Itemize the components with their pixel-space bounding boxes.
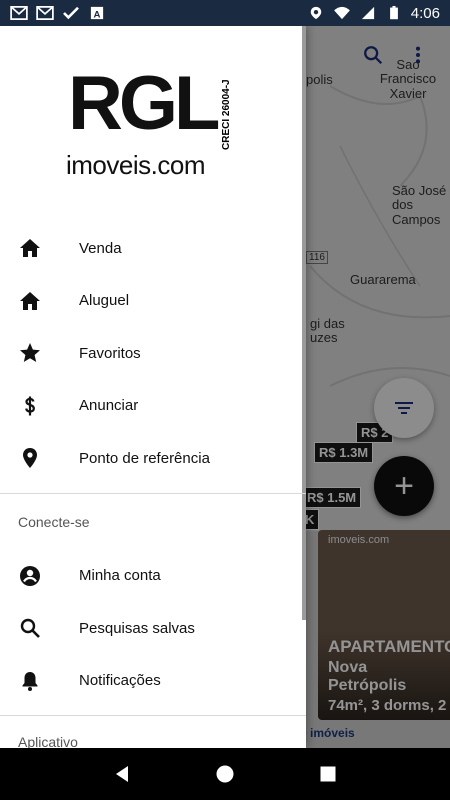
logo-brand: RGL — [68, 61, 220, 146]
signal-icon — [361, 6, 374, 20]
location-pin-icon — [23, 448, 37, 469]
recents-icon[interactable] — [318, 764, 338, 784]
app-a-icon: A — [90, 6, 104, 20]
clock: 4:06 — [410, 4, 440, 22]
menu-item-aluguel[interactable]: Aluguel — [0, 275, 306, 328]
battery-icon — [389, 6, 398, 20]
dollar-icon — [25, 396, 35, 416]
menu-item-label: Venda — [79, 239, 122, 257]
menu-item-pesquisas-salvas[interactable]: Pesquisas salvas — [0, 602, 306, 655]
check-icon — [63, 6, 79, 20]
menu-item-label: Aluguel — [79, 292, 130, 310]
brand-logo: RGL CRECI 26004-J imoveis.com — [64, 66, 254, 186]
menu-item-label: Ponto de referência — [79, 449, 210, 467]
drawer-menu: Venda Aluguel Favoritos Anunciar Ponto d… — [0, 222, 306, 748]
system-nav-bar — [0, 748, 450, 800]
account-circle-icon — [20, 565, 40, 586]
menu-item-notificacoes[interactable]: Notificações — [0, 655, 306, 708]
svg-text:A: A — [94, 9, 101, 20]
menu-item-favoritos[interactable]: Favoritos — [0, 327, 306, 380]
logo-subtitle: imoveis.com — [66, 150, 205, 180]
menu-item-label: Favoritos — [79, 344, 141, 362]
section-header-aplicativo: Aplicativo — [18, 734, 78, 748]
menu-item-label: Anunciar — [79, 397, 139, 415]
status-bar: A 4:06 — [0, 0, 450, 26]
gmail-icon — [36, 6, 54, 20]
star-icon — [20, 343, 40, 363]
menu-item-label: Notificações — [79, 672, 161, 690]
menu-item-anunciar[interactable]: Anunciar — [0, 380, 306, 433]
menu-item-ponto-referencia[interactable]: Ponto de referência — [0, 432, 306, 485]
logo-creci: CRECI 26004-J — [221, 79, 232, 150]
home-icon — [20, 239, 40, 258]
home-nav-icon[interactable] — [215, 764, 235, 784]
system-status: 4:06 — [307, 5, 440, 22]
search-icon — [20, 619, 40, 639]
menu-item-minha-conta[interactable]: Minha conta — [0, 550, 306, 603]
location-icon — [310, 6, 322, 20]
navigation-drawer: RGL CRECI 26004-J imoveis.com Venda Alug… — [0, 26, 306, 748]
notification-icons: A — [10, 6, 106, 20]
home-icon — [20, 291, 40, 310]
menu-item-venda[interactable]: Venda — [0, 222, 306, 275]
menu-item-label: Pesquisas salvas — [79, 619, 195, 637]
section-header-conecte: Conecte-se — [18, 513, 90, 530]
back-icon[interactable] — [112, 764, 132, 784]
menu-item-label: Minha conta — [79, 567, 161, 585]
wifi-icon — [333, 6, 350, 20]
bell-icon — [22, 671, 38, 691]
gmail-icon — [10, 6, 28, 20]
